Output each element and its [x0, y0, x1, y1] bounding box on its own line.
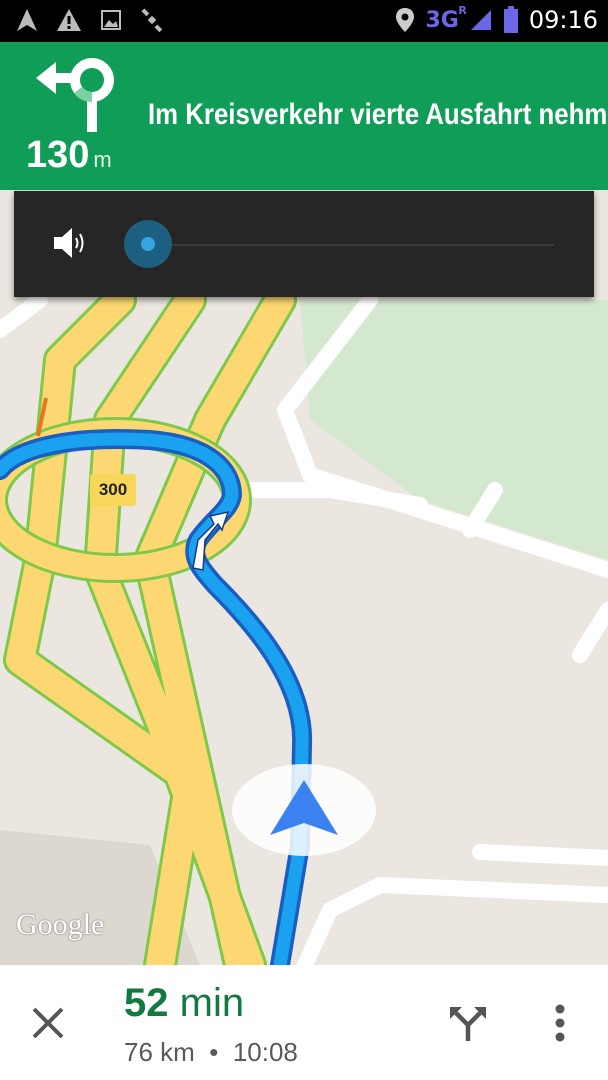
volume-slider-thumb[interactable]: [124, 220, 172, 268]
alternate-routes-icon[interactable]: [448, 1003, 488, 1043]
volume-slider-thumb-dot: [141, 237, 155, 251]
trip-details: 76 km • 10:08: [124, 1037, 298, 1068]
trip-distance: 76 km: [124, 1037, 195, 1067]
road-number-badge: 300: [90, 474, 136, 506]
maneuver-distance: 130 m: [26, 134, 112, 177]
volume-slider-track[interactable]: [164, 244, 554, 246]
separator-dot: •: [209, 1037, 219, 1067]
navigation-header[interactable]: 130 m Im Kreisverkehr vierte Ausfahrt neh…: [0, 42, 608, 190]
speaker-icon[interactable]: [52, 225, 88, 261]
close-icon[interactable]: [26, 1001, 70, 1045]
distance-unit: m: [93, 147, 112, 172]
eta-number: 52: [124, 981, 169, 1025]
distance-value: 130: [26, 134, 90, 176]
map-attribution: Google: [16, 908, 105, 941]
eta-duration: 52 min: [124, 981, 244, 1026]
volume-panel: [14, 191, 594, 297]
trip-summary-bar: 52 min 76 km • 10:08: [0, 965, 608, 1080]
arrival-time: 10:08: [232, 1037, 298, 1067]
turn-instruction: Im Kreisverkehr vierte Ausfahrt nehmen: [148, 98, 608, 131]
roundabout-exit-icon: [36, 58, 114, 132]
eta-unit: min: [179, 981, 245, 1025]
more-vert-icon[interactable]: [548, 1003, 572, 1043]
